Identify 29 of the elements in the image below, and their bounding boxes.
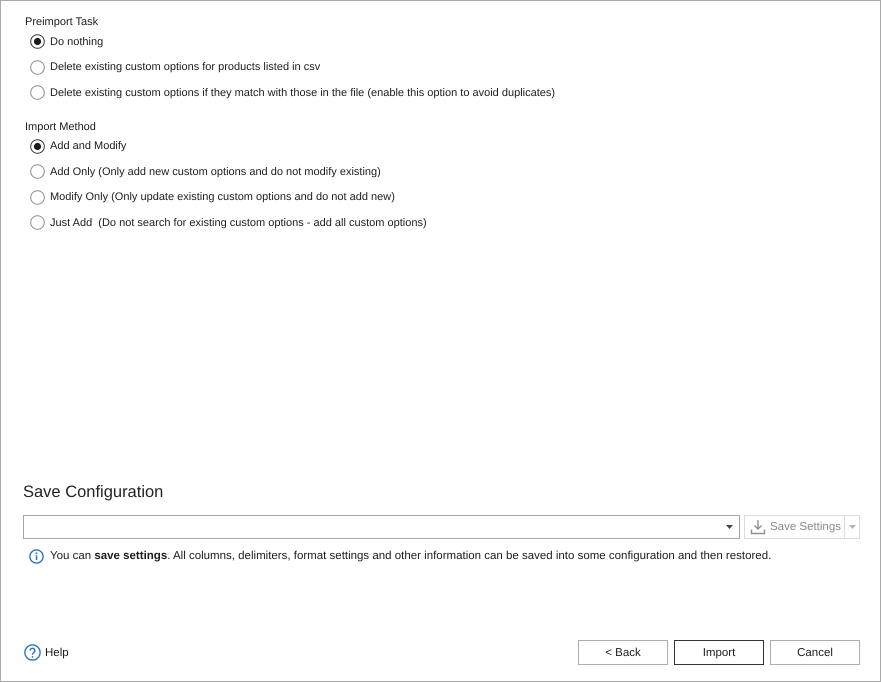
radio-button[interactable]: [30, 215, 45, 230]
info-text: You can save settings. All columns, delimiters, format settings and other information can be saved into some configuration and then restored.: [50, 550, 772, 562]
dropdown-caret-icon: [848, 525, 856, 529]
dialog-button[interactable]: Cancel: [770, 640, 860, 665]
radio-label[interactable]: Do nothing: [50, 36, 104, 48]
radio-button[interactable]: [30, 60, 45, 75]
radio-label[interactable]: Add and Modify: [50, 140, 126, 152]
radio-label[interactable]: Just Add (Do not search for existing custom options - add all custom options): [50, 216, 427, 229]
split-dropdown-button[interactable]: [844, 516, 859, 538]
dropdown-caret-icon: [726, 525, 733, 529]
radio-button[interactable]: [30, 164, 45, 180]
group-title: Import Method: [25, 120, 96, 134]
help-button[interactable]: Help: [23, 644, 69, 661]
radio-label[interactable]: Modify Only (Only update existing custom options and do not add new): [50, 191, 395, 204]
download-icon: [750, 519, 766, 535]
radio-label[interactable]: Add Only (Only add new custom options and do not modify existing): [50, 166, 381, 178]
radio-button[interactable]: [30, 138, 45, 154]
help-icon: [24, 644, 41, 661]
radio-label[interactable]: Delete existing custom options if they match with those in the file (enable this option to avoid duplicates): [50, 86, 556, 99]
configuration-combo-box[interactable]: [23, 515, 740, 539]
group-title: Preimport Task: [25, 15, 98, 29]
info-icon: [29, 548, 44, 564]
radio-button[interactable]: [30, 34, 45, 50]
dialog-button[interactable]: Import: [674, 640, 764, 665]
radio-label[interactable]: Delete existing custom options for products listed in csv: [50, 61, 320, 74]
radio-button[interactable]: [30, 85, 45, 100]
section-title: Save Configuration: [23, 482, 164, 503]
radio-button[interactable]: [30, 190, 45, 205]
dialog-button[interactable]: < Back: [578, 640, 668, 665]
